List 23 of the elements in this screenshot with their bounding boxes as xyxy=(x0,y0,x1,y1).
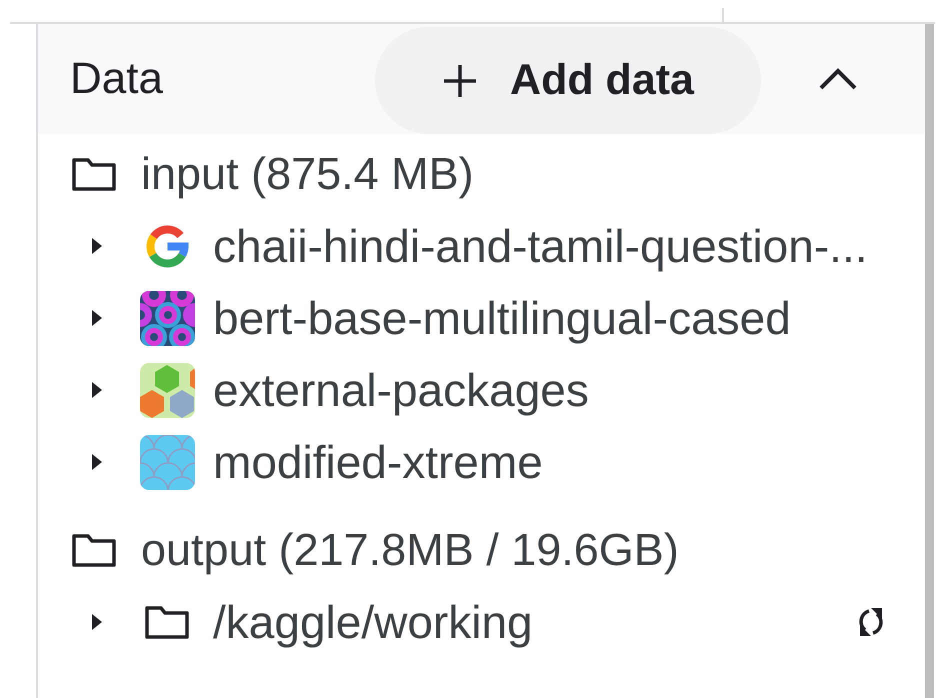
dataset-thumbnail-icon xyxy=(140,362,195,418)
expand-triangle-icon[interactable] xyxy=(90,381,104,399)
dataset-name[interactable]: chaii-hindi-and-tamil-question-... xyxy=(213,219,868,273)
scrollbar[interactable] xyxy=(925,24,934,698)
expand-triangle-icon[interactable] xyxy=(90,613,104,631)
dataset-name[interactable]: bert-base-multilingual-cased xyxy=(213,291,791,345)
dataset-name[interactable]: /kaggle/working xyxy=(213,595,533,649)
folder-icon xyxy=(71,532,117,568)
dataset-name[interactable]: external-packages xyxy=(213,363,589,417)
dataset-thumbnail-icon xyxy=(140,290,195,346)
plus-icon xyxy=(442,62,478,98)
expand-triangle-icon[interactable] xyxy=(90,453,104,471)
dataset-name[interactable]: modified-xtreme xyxy=(213,435,543,489)
folder-icon xyxy=(71,156,117,192)
panel-title: Data xyxy=(70,54,164,104)
section-label[interactable]: output (217.8MB / 19.6GB) xyxy=(141,524,679,576)
folder-icon xyxy=(144,604,190,640)
section-label[interactable]: input (875.4 MB) xyxy=(141,148,474,200)
dataset-thumbnail-icon xyxy=(140,434,195,490)
expand-triangle-icon[interactable] xyxy=(90,309,104,327)
collapse-chevron-icon[interactable] xyxy=(818,67,858,91)
expand-triangle-icon[interactable] xyxy=(90,237,104,255)
add-data-button[interactable]: Add data xyxy=(375,27,761,134)
